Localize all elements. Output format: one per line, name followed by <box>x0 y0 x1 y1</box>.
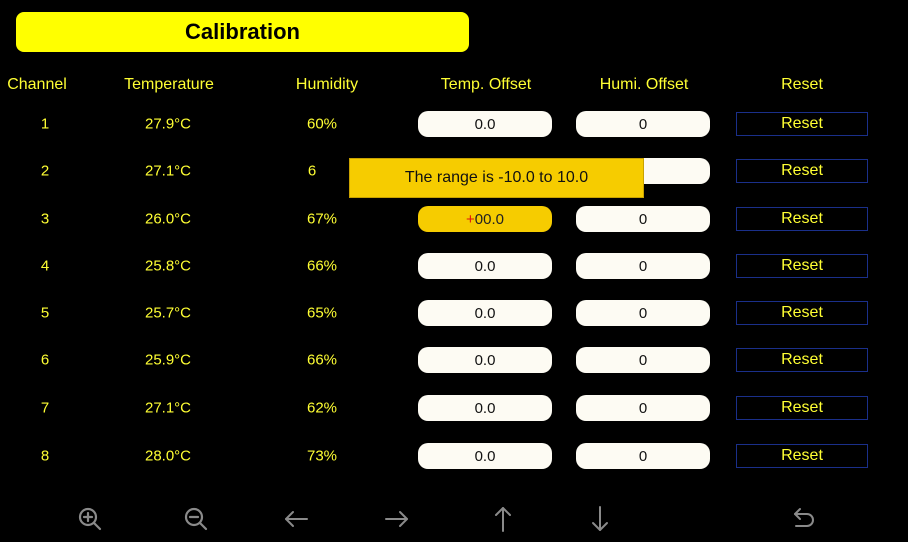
page-title: Calibration <box>16 12 469 52</box>
offset-sign: + <box>466 210 475 228</box>
channel-number: 6 <box>40 351 50 369</box>
temp-offset-field-active[interactable]: +00.0 <box>418 206 552 232</box>
header-channel: Channel <box>7 76 67 93</box>
arrow-right-icon[interactable] <box>383 505 411 533</box>
humidity-value: 6 <box>307 162 317 180</box>
humidity-value: 73% <box>306 447 338 465</box>
channel-number: 2 <box>40 162 50 180</box>
temperature-value: 27.1°C <box>144 399 192 417</box>
humi-offset-field[interactable]: 0 <box>576 111 710 137</box>
channel-number: 8 <box>40 447 50 465</box>
reset-button[interactable]: Reset <box>736 112 868 136</box>
temperature-value: 25.9°C <box>144 351 192 369</box>
header-reset: Reset <box>781 76 823 93</box>
temperature-value: 26.0°C <box>144 210 192 228</box>
humi-offset-field[interactable]: 0 <box>576 206 710 232</box>
zoom-in-icon[interactable] <box>76 505 104 533</box>
channel-number: 4 <box>40 257 50 275</box>
header-humidity: Humidity <box>295 76 359 93</box>
reset-button[interactable]: Reset <box>736 396 868 420</box>
humi-offset-field[interactable]: 0 <box>576 347 710 373</box>
temperature-value: 25.8°C <box>144 257 192 275</box>
humi-offset-field[interactable]: 0 <box>576 443 710 469</box>
temp-offset-field[interactable]: 0.0 <box>418 347 552 373</box>
temp-offset-field[interactable]: 0.0 <box>418 111 552 137</box>
humidity-value: 67% <box>306 210 338 228</box>
humidity-value: 60% <box>306 115 338 133</box>
channel-number: 7 <box>40 399 50 417</box>
reset-button[interactable]: Reset <box>736 301 868 325</box>
reset-button[interactable]: Reset <box>736 159 868 183</box>
zoom-out-icon[interactable] <box>182 505 210 533</box>
channel-number: 5 <box>40 304 50 322</box>
header-temperature: Temperature <box>124 76 214 93</box>
temp-offset-field[interactable]: 0.0 <box>418 253 552 279</box>
humidity-value: 66% <box>306 257 338 275</box>
temperature-value: 27.9°C <box>144 115 192 133</box>
reset-button[interactable]: Reset <box>736 348 868 372</box>
arrow-down-icon[interactable] <box>586 505 614 533</box>
reset-button[interactable]: Reset <box>736 254 868 278</box>
range-tooltip: The range is -10.0 to 10.0 <box>349 158 644 198</box>
undo-icon[interactable] <box>790 505 818 533</box>
arrow-left-icon[interactable] <box>282 505 310 533</box>
temperature-value: 27.1°C <box>144 162 192 180</box>
temperature-value: 28.0°C <box>144 447 192 465</box>
reset-button[interactable]: Reset <box>736 444 868 468</box>
humi-offset-field[interactable]: 0 <box>576 300 710 326</box>
humidity-value: 66% <box>306 351 338 369</box>
temp-offset-field[interactable]: 0.0 <box>418 443 552 469</box>
temp-offset-field[interactable]: 0.0 <box>418 395 552 421</box>
temperature-value: 25.7°C <box>144 304 192 322</box>
reset-button[interactable]: Reset <box>736 207 868 231</box>
temp-offset-field[interactable]: 0.0 <box>418 300 552 326</box>
arrow-up-icon[interactable] <box>489 505 517 533</box>
channel-number: 3 <box>40 210 50 228</box>
offset-value: 00.0 <box>474 210 504 228</box>
header-humi-offset: Humi. Offset <box>599 76 689 93</box>
header-temp-offset: Temp. Offset <box>440 76 532 93</box>
humidity-value: 65% <box>306 304 338 322</box>
humidity-value: 62% <box>306 399 338 417</box>
humi-offset-field[interactable]: 0 <box>576 395 710 421</box>
channel-number: 1 <box>40 115 50 133</box>
humi-offset-field[interactable]: 0 <box>576 253 710 279</box>
